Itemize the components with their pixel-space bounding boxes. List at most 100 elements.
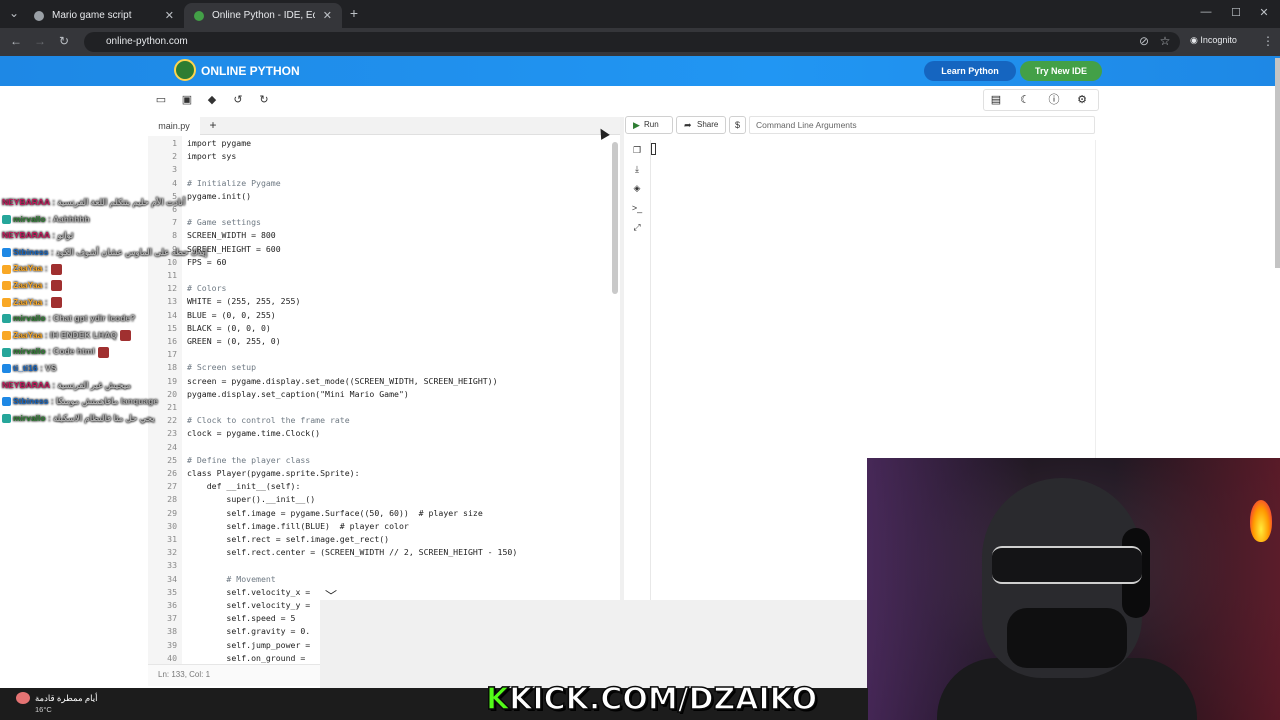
line-number: 3: [172, 164, 177, 175]
code-line[interactable]: 17: [148, 348, 620, 361]
try-new-ide-button[interactable]: Try New IDE: [1020, 61, 1102, 81]
code-text: screen = pygame.display.set_mode((SCREEN…: [187, 375, 498, 386]
tab-search-icon[interactable]: ⌄: [6, 6, 22, 20]
new-tab-button[interactable]: +: [346, 5, 362, 21]
chat-username[interactable]: Stbiness: [13, 247, 48, 257]
chat-username[interactable]: NEYBARAA: [2, 197, 50, 207]
code-line[interactable]: 2 import sys: [148, 150, 620, 163]
chat-username[interactable]: mirvallo: [13, 413, 46, 423]
code-line[interactable]: 16 GREEN = (0, 255, 0): [148, 335, 620, 348]
chat-username[interactable]: mirvallo: [13, 214, 46, 224]
folder-open-icon[interactable]: ▭: [152, 92, 170, 108]
online-python-logo-icon[interactable]: [174, 59, 196, 81]
code-line[interactable]: 32 self.rect.center = (SCREEN_WIDTH // 2…: [148, 546, 620, 559]
code-line[interactable]: 8 SCREEN_WIDTH = 800: [148, 229, 620, 242]
menu-dots-icon[interactable]: ⋮: [1260, 34, 1276, 48]
add-file-button[interactable]: +: [206, 117, 220, 134]
redo-icon[interactable]: ↻: [255, 92, 273, 108]
chat-username[interactable]: ti_ti16: [13, 363, 38, 373]
command-line-arguments-input[interactable]: Command Line Arguments: [749, 116, 1095, 134]
run-button[interactable]: ▶ Run: [625, 116, 673, 134]
address-bar[interactable]: online-python.com: [84, 32, 1180, 52]
share-button[interactable]: ➦ Share: [676, 116, 726, 134]
star-icon[interactable]: ☆: [1157, 34, 1173, 48]
close-tab-icon[interactable]: ✕: [165, 9, 174, 22]
close-window-button[interactable]: ✕: [1254, 6, 1274, 19]
code-line[interactable]: 26 class Player(pygame.sprite.Sprite):: [148, 467, 620, 480]
info-icon[interactable]: ⓘ: [1046, 93, 1062, 107]
code-line[interactable]: 31 self.rect = self.image.get_rect(): [148, 533, 620, 546]
chat-text: : VS: [39, 363, 57, 373]
code-line[interactable]: 11: [148, 269, 620, 282]
code-line[interactable]: 23 clock = pygame.time.Clock(): [148, 427, 620, 440]
layout-icon[interactable]: ▤: [988, 93, 1004, 107]
code-line[interactable]: 7 # Game settings: [148, 216, 620, 229]
code-line[interactable]: 28 super().__init__(): [148, 493, 620, 506]
code-editor[interactable]: 1 import pygame 2 import sys 3 4 # Initialize …: [148, 136, 620, 664]
chat-username[interactable]: Stbiness: [13, 396, 48, 406]
maximize-button[interactable]: ☐: [1226, 6, 1246, 19]
minimize-button[interactable]: —: [1196, 6, 1216, 18]
code-text: import pygame: [187, 138, 252, 148]
moon-icon[interactable]: ☾: [1017, 93, 1033, 107]
chat-username[interactable]: ZaaYaa: [13, 280, 42, 290]
page-scrollbar[interactable]: [1275, 58, 1280, 268]
code-line[interactable]: 13 WHITE = (255, 255, 255): [148, 295, 620, 308]
copy-icon[interactable]: ❐: [631, 144, 643, 156]
site-brand[interactable]: ONLINE PYTHON: [201, 64, 300, 78]
code-line[interactable]: 22 # Clock to control the frame rate: [148, 414, 620, 427]
undo-icon[interactable]: ↺: [229, 92, 247, 108]
editor-scrollbar[interactable]: [612, 142, 618, 294]
code-line[interactable]: 1 import pygame: [148, 137, 620, 150]
incognito-indicator[interactable]: ◉ Incognito: [1190, 35, 1237, 46]
code-line[interactable]: 5 pygame.init(): [148, 190, 620, 203]
eye-off-icon[interactable]: ⊘: [1136, 34, 1152, 48]
code-text: self.on_ground =: [187, 652, 306, 663]
back-icon[interactable]: ←: [8, 34, 24, 48]
chat-username[interactable]: NEYBARAA: [2, 380, 50, 390]
expand-icon[interactable]: ⤢: [631, 221, 643, 233]
gear-icon[interactable]: ⚙: [1074, 93, 1090, 107]
reload-icon[interactable]: ↻: [56, 34, 72, 48]
learn-python-button[interactable]: Learn Python: [924, 61, 1016, 81]
code-line[interactable]: 21: [148, 401, 620, 414]
code-line[interactable]: 35 self.velocity_x =: [148, 586, 620, 599]
chat-username[interactable]: mirvallo: [13, 346, 46, 356]
clear-icon[interactable]: ◈: [631, 182, 643, 194]
code-line[interactable]: 10 FPS = 60: [148, 256, 620, 269]
chat-username[interactable]: ZaaYaa: [13, 330, 42, 340]
code-line[interactable]: 25 # Define the player class: [148, 454, 620, 467]
weather-icon[interactable]: [16, 692, 30, 704]
code-line[interactable]: 4 # Initialize Pygame: [148, 177, 620, 190]
code-line[interactable]: 24: [148, 441, 620, 454]
code-line[interactable]: 29 self.image = pygame.Surface((50, 60))…: [148, 507, 620, 520]
code-line[interactable]: 19 screen = pygame.display.set_mode((SCRE…: [148, 375, 620, 388]
code-line[interactable]: 9 SCREEN_HEIGHT = 600: [148, 243, 620, 256]
code-line[interactable]: 3: [148, 163, 620, 176]
save-icon[interactable]: ▣: [178, 92, 196, 108]
terminal-icon[interactable]: >_: [631, 202, 643, 214]
line-number: 8: [172, 230, 177, 241]
code-line[interactable]: 6: [148, 203, 620, 216]
close-tab-icon[interactable]: ✕: [323, 9, 332, 22]
chat-username[interactable]: ZaaYaa: [13, 297, 42, 307]
chat-username[interactable]: NEYBARAA: [2, 230, 50, 240]
tab-main-py[interactable]: main.py: [148, 117, 200, 135]
chat-username[interactable]: mirvallo: [13, 313, 46, 323]
code-line[interactable]: 12 # Colors: [148, 282, 620, 295]
chevron-down-icon[interactable]: ﹀: [320, 587, 342, 603]
chat-username[interactable]: ZaaYaa: [13, 263, 42, 273]
code-line[interactable]: 33: [148, 559, 620, 572]
forward-icon[interactable]: →: [32, 34, 48, 48]
download-icon[interactable]: ⤓: [631, 163, 643, 175]
code-line[interactable]: 18 # Screen setup: [148, 361, 620, 374]
code-line[interactable]: 34 # Movement: [148, 573, 620, 586]
code-line[interactable]: 15 BLACK = (0, 0, 0): [148, 322, 620, 335]
browser-tab-online-python[interactable]: Online Python - IDE, Editor, Co ✕: [184, 3, 342, 28]
code-line[interactable]: 14 BLUE = (0, 0, 255): [148, 309, 620, 322]
code-line[interactable]: 30 self.image.fill(BLUE) # player color: [148, 520, 620, 533]
code-line[interactable]: 20 pygame.display.set_caption("Mini Mario…: [148, 388, 620, 401]
eraser-icon[interactable]: ◆: [203, 92, 221, 108]
browser-tab-mario[interactable]: Mario game script ✕: [24, 3, 184, 28]
code-line[interactable]: 27 def __init__(self):: [148, 480, 620, 493]
